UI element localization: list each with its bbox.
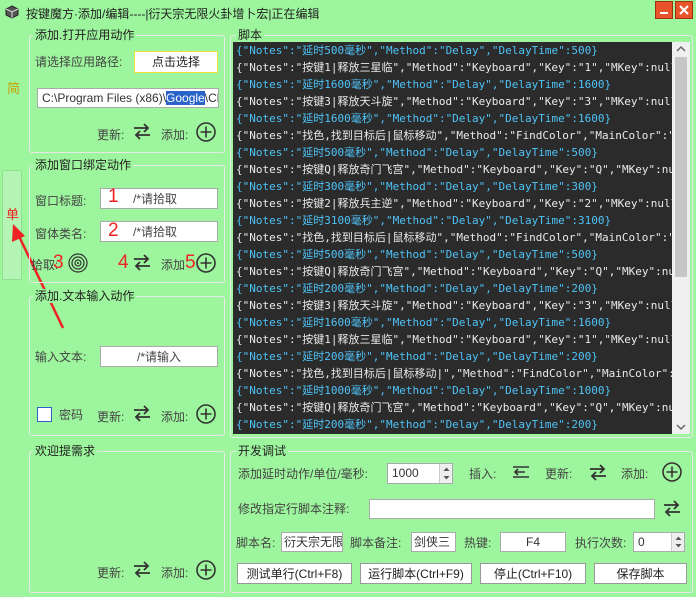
scroll-up-icon[interactable] [672,42,690,56]
script-editor[interactable]: {"Notes":"延时500毫秒","Method":"Delay","Del… [233,42,672,434]
script-line[interactable]: {"Notes":"找色,找到目标后|鼠标移动","Method":"FindC… [233,229,672,246]
script-line[interactable]: {"Notes":"按键3|释放天斗旋","Method":"Keyboard"… [233,297,672,314]
mark-3: 3 [53,252,64,273]
stop-button[interactable]: 停止(Ctrl+F10) [480,563,586,584]
insert-icon[interactable] [509,461,531,483]
mark-4: 4 [118,252,129,273]
text-input-update-label: 更新: [97,410,125,424]
window-bind-legend: 添加窗口绑定动作 [33,158,134,172]
password-checkbox[interactable] [37,407,52,422]
scroll-down-icon[interactable] [672,420,690,434]
path-input[interactable]: C:\Program Files (x86)\Google\Chrome [37,88,219,108]
password-label: 密码 [59,408,84,422]
script-line[interactable]: {"Notes":"延时500毫秒","Method":"Delay","Del… [233,42,672,59]
script-line[interactable]: {"Notes":"延时200毫秒","Method":"Delay","Del… [233,280,672,297]
dev-update-label: 更新: [545,467,573,481]
spinner-arrows-icon [675,536,682,548]
modify-note-label: 修改指定行脚本注释: [238,502,350,516]
script-line[interactable]: {"Notes":"延时500毫秒","Method":"Delay","Del… [233,246,672,263]
script-line[interactable]: {"Notes":"延时1000毫秒","Method":"Delay","De… [233,382,672,399]
window-class-label: 窗体类名: [35,227,87,241]
script-line[interactable]: {"Notes":"延时1600毫秒","Method":"Delay","De… [233,110,672,127]
target-picker-icon[interactable] [67,252,89,274]
script-line[interactable]: {"Notes":"延时200毫秒","Method":"Delay","Del… [233,416,672,433]
insert-label: 插入: [469,467,497,481]
script-name-label: 脚本名: [236,536,276,550]
welcome-update-icon[interactable] [131,558,153,580]
text-input-update-icon[interactable] [131,402,153,424]
choose-path-button[interactable]: 点击选择 [134,51,218,73]
open-app-update-icon[interactable] [131,120,153,142]
script-line[interactable]: {"Notes":"找色,找到目标后|鼠标移动|","Method":"Find… [233,365,672,382]
script-line[interactable]: {"Notes":"按键2|释放兵主逆","Method":"Keyboard"… [233,195,672,212]
minimize-icon [660,12,668,14]
script-note-label: 脚本备注: [350,536,402,550]
test-line-button[interactable]: 测试单行(Ctrl+F8) [237,563,352,584]
title-bar: 按键魔方·添加/编辑----|衍天宗无限火卦增卜宏|正在编辑 [0,0,696,24]
mark-5: 5 [185,252,196,273]
hotkey-input[interactable]: F4 [500,532,566,552]
open-app-add-icon[interactable] [195,121,217,143]
save-script-button[interactable]: 保存脚本 [594,563,687,584]
welcome-add-label: 添加: [161,566,189,580]
text-input-legend: 添加.文本输入动作 [33,289,137,303]
window-bind-add-label: 添加 [161,258,186,272]
mark-2: 2 [108,220,119,241]
script-name-input[interactable]: 衍天宗无限 [281,532,343,552]
modify-note-input[interactable] [369,499,655,519]
open-app-update-label: 更新: [97,128,125,142]
script-line[interactable]: {"Notes":"按键1|释放三星临","Method":"Keyboard"… [233,331,672,348]
script-line[interactable]: {"Notes":"找色,找到目标后|鼠标移动","Method":"FindC… [233,127,672,144]
modify-note-update-icon[interactable] [661,497,683,519]
window-title: 按键魔方·添加/编辑----|衍天宗无限火卦增卜宏|正在编辑 [26,7,320,21]
exec-count-input[interactable]: 0 [633,532,685,552]
delay-label: 添加延时动作/单位/毫秒: [238,467,369,481]
dev-add-label: 添加: [621,467,649,481]
minimize-button[interactable] [655,1,673,19]
dev-add-icon[interactable] [661,461,683,483]
run-script-button[interactable]: 运行脚本(Ctrl+F9) [360,563,472,584]
window-title-label: 窗口标题: [35,194,87,208]
window-bind-update-icon[interactable] [131,251,153,273]
script-line[interactable]: {"Notes":"按键3|释放天斗旋","Method":"Keyboard"… [233,93,672,110]
script-line[interactable]: {"Notes":"延时500毫秒","Method":"Delay","Del… [233,144,672,161]
scroll-thumb[interactable] [675,57,687,277]
app-icon [5,5,19,19]
exec-count-label: 执行次数: [575,536,627,550]
side-tab-simple[interactable]: 简 [7,82,20,96]
path-label: 请选择应用路径: [35,55,123,69]
script-line[interactable]: {"Notes":"按键1|释放三星临","Method":"Keyboard"… [233,59,672,76]
input-text-label: 输入文本: [35,350,87,364]
script-line[interactable]: {"Notes":"延时3100毫秒","Method":"Delay","De… [233,212,672,229]
delay-input[interactable]: 1000 [387,463,453,484]
window-bind-add-icon[interactable] [195,252,217,274]
script-line[interactable]: {"Notes":"延时200毫秒","Method":"Delay","Del… [233,348,672,365]
script-line[interactable]: {"Notes":"延时300毫秒","Method":"Delay","Del… [233,178,672,195]
delay-spinner[interactable] [439,464,452,483]
script-scrollbar[interactable] [672,42,690,434]
welcome-add-icon[interactable] [195,559,217,581]
text-input-add-icon[interactable] [195,403,217,425]
script-line[interactable]: {"Notes":"延时1600毫秒","Method":"Delay","De… [233,314,672,331]
mark-1: 1 [108,186,119,207]
dev-update-icon[interactable] [587,461,609,483]
open-app-legend: 添加.打开应用动作 [33,28,137,42]
text-input-add-label: 添加: [161,410,189,424]
script-legend: 脚本 [236,28,265,42]
open-app-add-label: 添加: [161,128,189,142]
exec-count-spinner[interactable] [671,533,684,551]
close-button[interactable] [675,1,693,19]
welcome-legend: 欢迎提需求 [33,444,98,458]
spinner-arrows-icon [443,467,450,480]
script-line[interactable]: {"Notes":"按键Q|释放奇门飞宫","Method":"Keyboard… [233,263,672,280]
close-icon [679,5,689,15]
dev-legend: 开发调试 [236,444,289,458]
welcome-update-label: 更新: [97,566,125,580]
hotkey-label: 热键: [464,536,492,550]
script-note-input[interactable]: 剑侠三 [411,532,456,552]
script-line[interactable]: {"Notes":"延时1600毫秒","Method":"Delay","De… [233,76,672,93]
input-text-field[interactable]: /*请输入 [100,346,218,367]
script-line[interactable]: {"Notes":"按键Q|释放奇门飞宫","Method":"Keyboard… [233,161,672,178]
script-line[interactable]: {"Notes":"按键Q|释放奇门飞宫","Method":"Keyboard… [233,399,672,416]
